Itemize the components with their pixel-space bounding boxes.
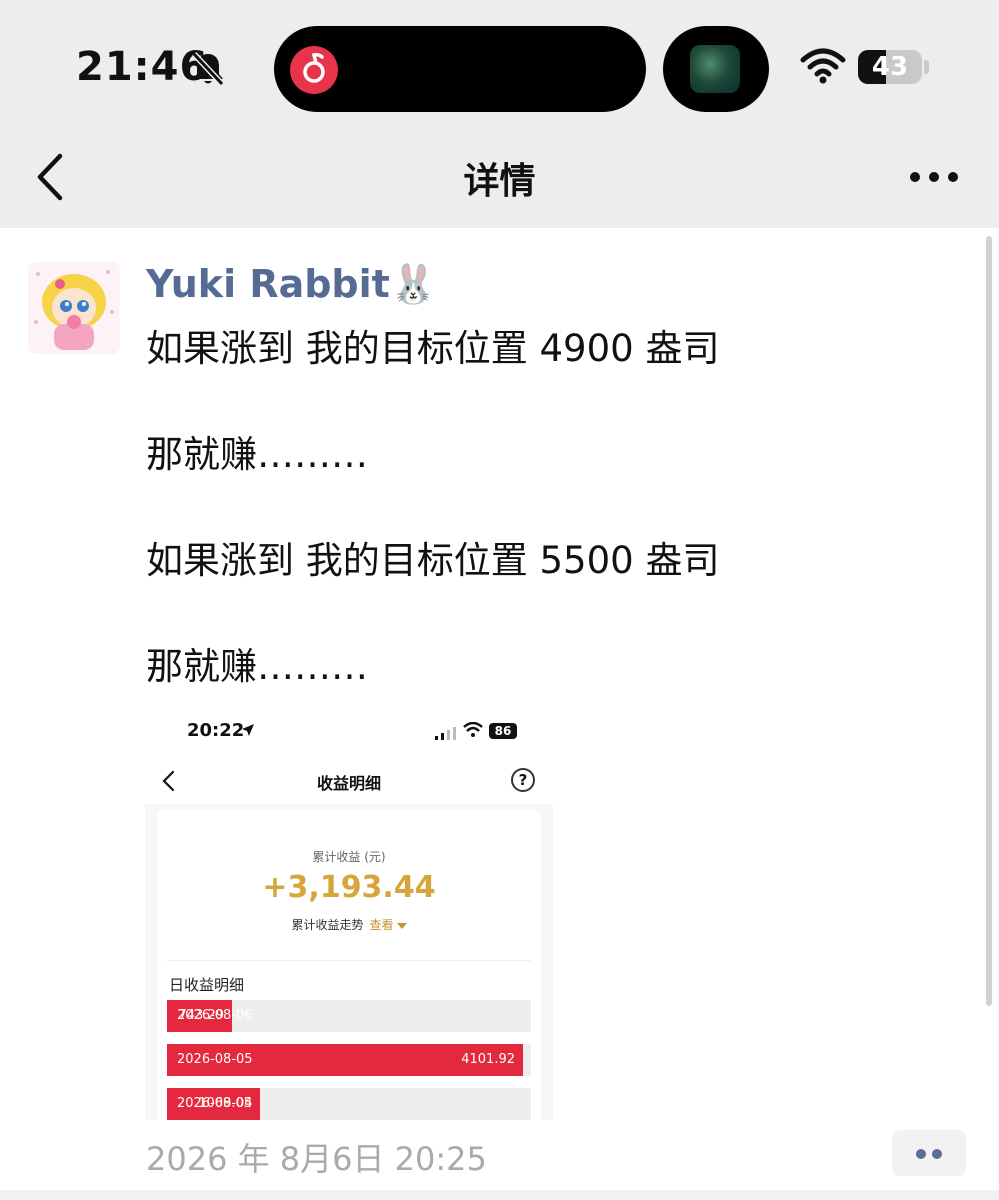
image-battery: 86 — [489, 723, 517, 739]
scrollbar[interactable] — [986, 236, 992, 1006]
help-icon: ? — [511, 768, 535, 792]
more-dots-icon — [948, 172, 958, 182]
post-line: 那就赚……… — [146, 645, 368, 688]
post-timestamp: 2026 年 8月6日 20:25 — [146, 1140, 487, 1178]
comment-dots-icon — [932, 1149, 942, 1159]
bottom-divider — [0, 1190, 999, 1200]
avatar[interactable] — [28, 262, 120, 354]
trend-label: 累计收益走势 — [291, 918, 364, 932]
caret-down-icon — [396, 922, 407, 929]
bell-slash-icon — [191, 51, 225, 87]
image-status-bar: 20:22 86 — [145, 706, 553, 758]
more-dots-icon — [929, 172, 939, 182]
image-status-time: 20:22 — [187, 720, 245, 741]
post-image[interactable]: 20:22 86 收益明细 ? 累计收益 (元) +3,193.44 累计收益走… — [145, 706, 553, 1120]
post-line: 如果涨到 我的目标位置 4900 盎司 — [146, 327, 720, 370]
daily-amount: 4101.92 — [461, 1052, 515, 1067]
dynamic-island-media[interactable] — [663, 26, 769, 112]
image-nav-bar: 收益明细 ? — [145, 758, 553, 804]
battery-tip — [924, 60, 929, 74]
wifi-icon — [800, 48, 846, 84]
more-dots-icon — [910, 172, 920, 182]
post-body: 如果涨到 我的目标位置 4900 盎司 那就赚……… 如果涨到 我的目标位置 5… — [146, 322, 966, 693]
status-time: 21:46 — [76, 44, 209, 90]
comment-dots-icon — [916, 1149, 926, 1159]
cumulative-value: +3,193.44 — [262, 870, 436, 905]
wifi-icon — [463, 722, 483, 737]
author-name[interactable]: Yuki Rabbit🐰 — [146, 262, 437, 307]
daily-row: 2026-08-06 743.29 — [167, 1000, 531, 1032]
daily-row: 2026-08-04 1069.05 — [167, 1088, 531, 1120]
location-arrow-icon — [242, 724, 254, 736]
image-page-title: 收益明细 — [316, 774, 381, 793]
daily-row: 2026-08-05 4101.92 — [167, 1044, 531, 1076]
top-bar: 21:46 43 详情 — [0, 0, 999, 228]
cellular-signal-icon — [435, 727, 456, 740]
music-note-icon — [303, 53, 325, 83]
cartoon-girl-avatar-icon — [28, 262, 120, 354]
music-app-icon — [290, 46, 338, 94]
daily-amount: 1069.05 — [198, 1096, 252, 1111]
battery-percent: 43 — [871, 52, 909, 82]
daily-title: 日收益明细 — [169, 976, 245, 994]
post-line: 那就赚……… — [146, 433, 368, 476]
trend-row: 累计收益走势 查看 — [157, 916, 541, 933]
divider — [167, 960, 531, 961]
post-line: 如果涨到 我的目标位置 5500 盎司 — [146, 539, 720, 582]
more-options-button[interactable] — [906, 160, 962, 194]
daily-amount: 743.29 — [178, 1008, 225, 1023]
earnings-card: 累计收益 (元) +3,193.44 累计收益走势 查看 日收益明细 2026-0… — [157, 810, 541, 1120]
album-cover-icon — [690, 45, 740, 93]
daily-date: 2026-08-05 — [177, 1052, 253, 1067]
dynamic-island-music[interactable] — [274, 26, 646, 112]
battery-indicator: 43 — [858, 50, 922, 84]
page-title: 详情 — [463, 161, 536, 202]
comment-like-button[interactable] — [892, 1130, 966, 1176]
trend-link: 查看 — [369, 918, 394, 932]
cumulative-label: 累计收益 (元) — [312, 850, 386, 864]
